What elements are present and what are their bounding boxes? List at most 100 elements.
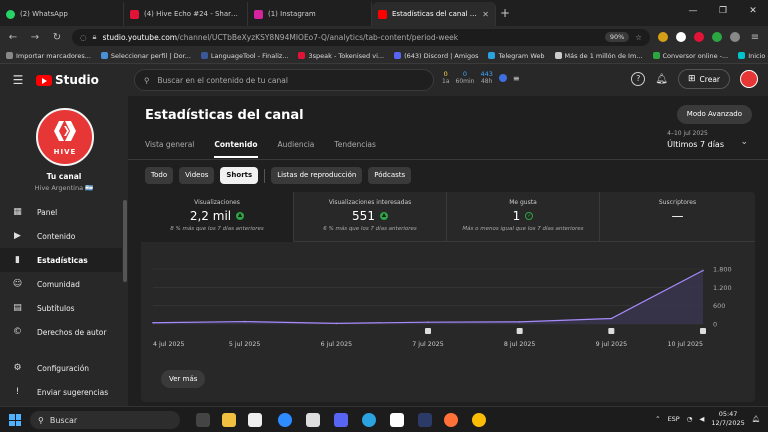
bookmark-item[interactable]: 3speak - Tokenised vi... <box>298 52 384 60</box>
bookmark-item[interactable]: Seleccionar perfil | Dor... <box>100 52 191 60</box>
channel-subtitle: Hive Argentina 🇦🇷 <box>34 184 94 192</box>
maximize-icon[interactable]: ❐ <box>708 0 738 22</box>
studio-logo[interactable]: Studio <box>36 73 99 87</box>
language-indicator[interactable]: ESP <box>668 415 680 423</box>
minimize-icon[interactable]: — <box>678 0 708 22</box>
copyright-icon: © <box>13 327 22 337</box>
clock[interactable]: 05:47 12/7/2025 <box>711 410 744 428</box>
volume-icon[interactable]: ◀︎ <box>699 415 704 423</box>
studio-header: ☰ Studio ⚲ Buscar en el contenido de tu … <box>0 64 768 96</box>
period-selector[interactable]: 4–10 jul 2025 Últimos 7 días <box>667 130 724 149</box>
metric-suscriptores[interactable]: Suscriptores — <box>600 192 755 242</box>
sidebar-scrollbar[interactable] <box>123 200 127 282</box>
wifi-icon[interactable]: ◔ <box>687 415 693 423</box>
sidebar: HIVE Tu canal Hive Argentina 🇦🇷 ▦ Panel … <box>0 96 128 406</box>
create-button[interactable]: ⊞ Crear <box>678 69 730 89</box>
capcut-icon[interactable] <box>390 413 404 427</box>
notification-bell-icon[interactable]: 🔔︎ <box>752 415 760 423</box>
chip-listas[interactable]: Listas de reproducción <box>271 167 363 184</box>
see-more-button[interactable]: Ver más <box>161 370 206 388</box>
chip-todo[interactable]: Todo <box>145 167 174 184</box>
chart-x-tick-label: 8 jul 2025 <box>504 341 536 348</box>
bookmark-item[interactable]: Conversor online -... <box>652 52 728 60</box>
reload-icon[interactable]: ↻ <box>50 32 64 43</box>
url-field[interactable]: ◌ 🔒︎ studio.youtube.com/channel/UCTbBeXy… <box>72 28 650 46</box>
discord-icon[interactable] <box>334 413 348 427</box>
zoom-app-icon[interactable] <box>278 413 292 427</box>
metric-visualizaciones-interesadas[interactable]: Visualizaciones interesadas 551 6 % más … <box>294 192 447 242</box>
metric-visualizaciones[interactable]: Visualizaciones 2,2 mil 8 % más que los … <box>141 192 294 242</box>
chip-podcasts[interactable]: Pódcasts <box>368 167 412 184</box>
shorts-upload-marker-icon <box>425 328 431 334</box>
sidebar-item-subtitulos[interactable]: ▤ Subtítulos <box>0 296 122 320</box>
zoom-badge[interactable]: 90% <box>604 32 630 42</box>
bookmark-star-icon[interactable]: ☆ <box>635 33 642 42</box>
main-content: Estadísticas del canal Modo Avanzado Vis… <box>128 96 768 406</box>
system-tray: ⌃ ESP ◔ ◀︎ 05:47 12/7/2025 🔔︎ <box>655 410 760 428</box>
sidebar-item-contenido[interactable]: ▶ Contenido <box>0 224 122 248</box>
bookmark-item[interactable]: Telegram Web <box>488 52 545 60</box>
url-path: /channel/UCTbBeXyzKSY8N94MIOEo7-Q/analyt… <box>177 32 459 42</box>
profile-icon[interactable] <box>730 32 740 42</box>
notepad-icon[interactable] <box>248 413 262 427</box>
file-explorer-icon[interactable] <box>222 413 236 427</box>
address-bar-row: ← → ↻ ◌ 🔒︎ studio.youtube.com/channel/UC… <box>0 26 768 48</box>
extension-icon[interactable] <box>658 32 668 42</box>
chip-shorts[interactable]: Shorts <box>220 167 259 184</box>
browser-tab-instagram[interactable]: (1) Instagram <box>248 2 372 26</box>
chevron-up-icon[interactable]: ⌃ <box>655 415 660 423</box>
help-icon[interactable]: ? <box>631 72 646 86</box>
realtime-mini-stats[interactable]: 0 1a 0 60min 443 48h ≡ <box>442 71 520 86</box>
tab-tendencias[interactable]: Tendencias <box>334 140 376 158</box>
document-app-icon[interactable] <box>306 413 320 427</box>
youtube-icon <box>378 9 387 19</box>
chip-videos[interactable]: Videos <box>179 167 215 184</box>
browser-tab-youtube-studio[interactable]: Estadísticas del canal - YouTube ✕ <box>372 2 496 26</box>
extension-icon[interactable] <box>676 32 686 42</box>
firefox-icon[interactable] <box>444 413 458 427</box>
taskbar-search[interactable]: ⚲ Buscar <box>30 411 180 429</box>
chart-y-tick-label: 0 <box>713 321 717 329</box>
sidebar-item-panel[interactable]: ▦ Panel <box>0 200 122 224</box>
extension-icon[interactable] <box>694 32 704 42</box>
new-tab-button[interactable]: + <box>496 2 514 26</box>
menu-icon[interactable]: ≡ <box>748 32 762 43</box>
channel-search-input[interactable]: ⚲ Buscar en el contenido de tu canal <box>134 69 434 91</box>
tab-contenido[interactable]: Contenido <box>214 140 258 158</box>
advanced-mode-button[interactable]: Modo Avanzado <box>676 105 752 124</box>
windows-start-icon[interactable] <box>9 414 21 426</box>
browser-tab-hive-echo[interactable]: (4) Hive Echo #24 - Share your <box>124 2 248 26</box>
chevron-down-icon[interactable]: ⌄ <box>740 137 748 147</box>
bookmark-item[interactable]: (643) Discord | Amigos <box>394 52 478 60</box>
sidebar-item-derechos-de-autor[interactable]: © Derechos de autor <box>0 320 122 344</box>
tab-vista-general[interactable]: Vista general <box>145 140 194 158</box>
bookmark-item[interactable]: Inicio - Canva <box>738 52 768 60</box>
metric-me-gusta[interactable]: Me gusta 1 ✓ Más o menos igual que los 7 … <box>447 192 600 242</box>
notifications-icon[interactable]: 🔔︎ <box>655 74 668 85</box>
account-avatar[interactable] <box>740 70 758 88</box>
bookmark-item[interactable]: Importar marcadores... <box>6 52 91 60</box>
close-window-icon[interactable]: ✕ <box>738 0 768 22</box>
sidebar-item-configuracion[interactable]: ⚙ Configuración <box>0 356 122 380</box>
sidebar-item-comunidad[interactable]: ☺ Comunidad <box>0 272 122 296</box>
chrome-icon[interactable] <box>472 413 486 427</box>
app-icon[interactable] <box>418 413 432 427</box>
tab-audiencia[interactable]: Audiencia <box>278 140 315 158</box>
close-tab-icon[interactable]: ✕ <box>482 10 489 19</box>
hamburger-menu-icon[interactable]: ☰ <box>0 73 36 87</box>
chart-data-point <box>152 321 154 324</box>
forward-icon[interactable]: → <box>28 32 42 43</box>
shorts-upload-marker-icon <box>608 328 615 334</box>
bookmarks-bar: Importar marcadores... Seleccionar perfi… <box>0 48 768 64</box>
channel-avatar[interactable]: HIVE <box>36 108 94 166</box>
bookmark-item[interactable]: Más de 1 millón de Im... <box>554 52 643 60</box>
extension-icon[interactable] <box>712 32 722 42</box>
telegram-icon[interactable] <box>362 413 376 427</box>
window-controls: — ❐ ✕ <box>678 0 768 22</box>
back-icon[interactable]: ← <box>6 32 20 43</box>
bookmark-item[interactable]: LanguageTool - Finaliz... <box>200 52 288 60</box>
task-view-icon[interactable] <box>196 413 210 427</box>
sidebar-item-estadisticas[interactable]: ▮ Estadísticas <box>0 248 122 272</box>
browser-tab-whatsapp[interactable]: (2) WhatsApp <box>0 2 124 26</box>
sidebar-item-enviar-sugerencias[interactable]: ! Enviar sugerencias <box>0 380 122 404</box>
